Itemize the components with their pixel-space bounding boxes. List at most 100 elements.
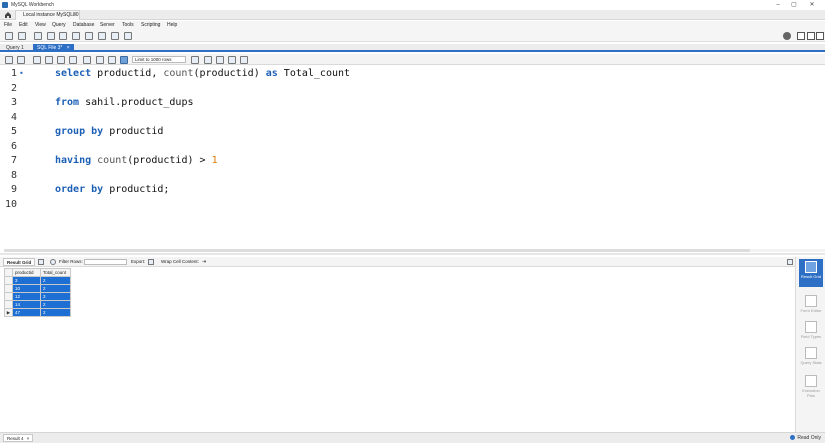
execute-icon[interactable] bbox=[33, 56, 41, 64]
grid-cell[interactable]: 47 bbox=[12, 308, 41, 317]
explain-icon[interactable] bbox=[57, 56, 65, 64]
row-header[interactable] bbox=[4, 276, 13, 285]
line-number-gutter: 1 • 2 3 4 5 6 7 8 9 10 bbox=[0, 66, 24, 248]
grid-icon bbox=[805, 261, 817, 273]
wrap-cell-content-label: Wrap Cell Content: bbox=[161, 259, 199, 264]
toggle-panel-icon[interactable] bbox=[787, 259, 793, 265]
search-icon[interactable] bbox=[216, 56, 224, 64]
side-field-types-button[interactable]: Field Types bbox=[799, 319, 823, 347]
code-text: productid bbox=[103, 126, 164, 137]
word-wrap-icon[interactable] bbox=[240, 56, 248, 64]
grid-cell[interactable]: 2 bbox=[40, 276, 71, 285]
statement-marker-icon: • bbox=[19, 69, 24, 78]
number-literal: 1 bbox=[211, 155, 218, 166]
line-number: 5 bbox=[10, 126, 17, 137]
side-execution-plan-button[interactable]: Execution Plan bbox=[799, 373, 823, 401]
column-header-total-count[interactable]: Total_count bbox=[40, 268, 71, 277]
create-function-icon[interactable] bbox=[98, 32, 106, 40]
gear-icon[interactable] bbox=[783, 32, 791, 40]
menu-edit[interactable]: Edit bbox=[19, 22, 28, 28]
close-icon[interactable]: × bbox=[67, 45, 70, 51]
filter-rows-input[interactable] bbox=[84, 259, 127, 265]
result-4-tab[interactable]: Result 4 × bbox=[3, 434, 34, 442]
toggle-secondary-sidebar-icon[interactable] bbox=[816, 32, 824, 40]
home-icon[interactable] bbox=[4, 11, 12, 19]
sql-file-tab-bar: Query 1 SQL File 3* × bbox=[0, 44, 825, 52]
table-row[interactable]: 3 2 bbox=[4, 276, 71, 285]
export-label: Export: bbox=[131, 259, 146, 264]
sql-editor[interactable]: 1 • 2 3 4 5 6 7 8 9 10 select productid,… bbox=[0, 66, 825, 248]
grid-cell[interactable]: 2 bbox=[40, 308, 71, 317]
export-icon[interactable] bbox=[148, 259, 154, 265]
beautify-icon[interactable] bbox=[191, 56, 199, 64]
find-icon[interactable] bbox=[204, 56, 212, 64]
tab-sql-file-3[interactable]: SQL File 3* × bbox=[33, 44, 74, 52]
maximize-button[interactable]: ▢ bbox=[788, 1, 800, 9]
grid-cell[interactable]: 14 bbox=[12, 300, 41, 309]
side-query-stats-button[interactable]: Query Stats bbox=[799, 345, 823, 373]
menu-query[interactable]: Query bbox=[52, 22, 66, 28]
menu-server[interactable]: Server bbox=[100, 22, 115, 28]
stop-on-error-icon[interactable] bbox=[83, 56, 91, 64]
menu-file[interactable]: File bbox=[4, 22, 12, 28]
toggle-sidebar-icon[interactable] bbox=[797, 32, 805, 40]
rollback-icon[interactable] bbox=[108, 56, 116, 64]
limit-rows-select[interactable]: Limit to 1000 rows bbox=[132, 56, 186, 63]
stop-icon[interactable] bbox=[69, 56, 77, 64]
line-number: 1 bbox=[10, 68, 17, 79]
commit-icon[interactable] bbox=[96, 56, 104, 64]
table-row[interactable]: 14 2 bbox=[4, 300, 71, 309]
grid-layout-icon[interactable] bbox=[38, 259, 44, 265]
toggle-output-icon[interactable] bbox=[807, 32, 815, 40]
menu-database[interactable]: Database bbox=[73, 22, 94, 28]
grid-cell[interactable]: 2 bbox=[40, 300, 71, 309]
result-side-panel: Result Grid Form Editor Field Types Quer… bbox=[795, 257, 825, 432]
create-table-icon[interactable] bbox=[59, 32, 67, 40]
table-row[interactable]: 12 3 bbox=[4, 292, 71, 301]
editor-horizontal-scrollbar[interactable] bbox=[4, 249, 750, 252]
search-table-data-icon[interactable] bbox=[111, 32, 119, 40]
side-form-editor-button[interactable]: Form Editor bbox=[799, 293, 823, 321]
row-header[interactable] bbox=[4, 284, 13, 293]
tab-query-1[interactable]: Query 1 bbox=[2, 44, 28, 52]
open-inspector-icon[interactable] bbox=[34, 32, 42, 40]
connection-tab[interactable]: Local instance MySQL80 × bbox=[15, 10, 80, 20]
grid-cell[interactable]: 10 bbox=[12, 284, 41, 293]
current-row-marker-icon[interactable]: ▶ bbox=[4, 308, 13, 317]
create-procedure-icon[interactable] bbox=[85, 32, 93, 40]
side-result-grid-button[interactable]: Result Grid bbox=[799, 259, 823, 287]
wrap-toggle-icon[interactable]: ⇥ bbox=[202, 259, 208, 265]
open-file-icon[interactable] bbox=[5, 56, 13, 64]
menu-scripting[interactable]: Scripting bbox=[141, 22, 160, 28]
grid-cell[interactable]: 2 bbox=[40, 284, 71, 293]
minimize-button[interactable]: – bbox=[772, 1, 784, 9]
execute-current-icon[interactable] bbox=[45, 56, 53, 64]
save-script-icon[interactable] bbox=[17, 56, 25, 64]
create-view-icon[interactable] bbox=[72, 32, 80, 40]
editor-results-splitter[interactable] bbox=[0, 253, 825, 255]
menu-help[interactable]: Help bbox=[167, 22, 177, 28]
grid-cell[interactable]: 12 bbox=[12, 292, 41, 301]
menu-tools[interactable]: Tools bbox=[122, 22, 134, 28]
result-grid-tab[interactable]: Result Grid bbox=[3, 258, 36, 266]
grid-cell[interactable]: 3 bbox=[12, 276, 41, 285]
invisible-chars-icon[interactable] bbox=[228, 56, 236, 64]
open-sql-script-icon[interactable] bbox=[18, 32, 26, 40]
column-header-productid[interactable]: productid bbox=[12, 268, 41, 277]
menu-view[interactable]: View bbox=[35, 22, 46, 28]
close-window-button[interactable]: ✕ bbox=[806, 1, 818, 9]
row-header[interactable] bbox=[4, 292, 13, 301]
new-sql-tab-icon[interactable] bbox=[5, 32, 13, 40]
row-header[interactable] bbox=[4, 300, 13, 309]
connection-tab-label: Local instance MySQL80 bbox=[23, 12, 79, 18]
close-icon[interactable]: × bbox=[27, 436, 30, 441]
autocommit-icon[interactable] bbox=[120, 56, 128, 64]
reconnect-icon[interactable] bbox=[124, 32, 132, 40]
close-icon[interactable]: × bbox=[73, 11, 76, 20]
create-schema-icon[interactable] bbox=[47, 32, 55, 40]
table-row[interactable]: ▶ 47 2 bbox=[4, 308, 71, 317]
keyword: having bbox=[55, 155, 92, 166]
refresh-icon[interactable] bbox=[50, 259, 56, 265]
grid-cell[interactable]: 3 bbox=[40, 292, 71, 301]
table-row[interactable]: 10 2 bbox=[4, 284, 71, 293]
